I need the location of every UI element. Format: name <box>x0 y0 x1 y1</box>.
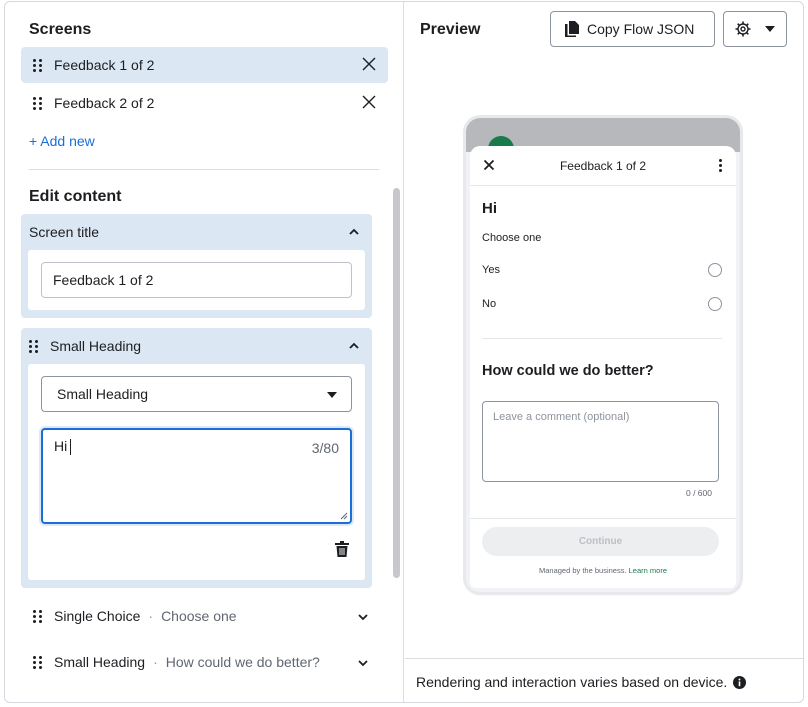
char-counter: 3/80 <box>311 440 339 456</box>
preview-footer: Rendering and interaction varies based o… <box>405 658 803 702</box>
heading-type-select[interactable]: Small Heading <box>41 376 352 412</box>
screen-item-label: Feedback 2 of 2 <box>54 95 155 111</box>
radio-no[interactable] <box>708 297 722 311</box>
screen-title-input[interactable]: Feedback 1 of 2 <box>41 262 352 298</box>
learn-more-link[interactable]: Learn more <box>629 566 667 575</box>
managed-by-business-note: Managed by the business. Learn more <box>470 566 736 575</box>
separator-dot: · <box>148 608 154 624</box>
divider <box>482 338 722 339</box>
divider <box>29 169 379 170</box>
preview-heading: Hi <box>482 200 497 217</box>
screens-title: Screens <box>29 21 92 38</box>
comment-counter: 0 / 600 <box>686 488 712 498</box>
phone-preview: Feedback 1 of 2 Hi Choose one Yes No How… <box>466 118 740 592</box>
preview-choice-label: Choose one <box>482 232 542 244</box>
drag-handle-icon[interactable] <box>33 609 42 623</box>
flow-sheet-title: Feedback 1 of 2 <box>559 158 647 173</box>
footer-note: Rendering and interaction varies based o… <box>416 674 747 690</box>
scrollbar[interactable] <box>393 188 400 578</box>
flow-builder: Screens Feedback 1 of 2 Feedback 2 of 2 … <box>4 1 804 703</box>
screen-item-label: Feedback 1 of 2 <box>54 57 155 73</box>
drag-handle-icon[interactable] <box>29 339 38 353</box>
chevron-up-icon[interactable] <box>348 340 360 352</box>
screen-title-card-header[interactable]: Screen title <box>21 214 372 250</box>
drag-handle-icon[interactable] <box>33 655 42 669</box>
right-panel: Preview Copy Flow JSON Feedback 1 of 2 H… <box>405 2 803 702</box>
single-choice-row[interactable]: Single Choice · Choose one <box>33 604 373 628</box>
preview-heading-2: How could we do better? <box>482 363 654 379</box>
heading-text-area[interactable]: Hi 3/80 <box>41 428 352 524</box>
radio-yes[interactable] <box>708 263 722 277</box>
trash-icon[interactable] <box>335 541 349 557</box>
resize-grip-icon[interactable] <box>340 512 348 520</box>
edit-content-title: Edit content <box>29 188 122 205</box>
component-label: Single Choice <box>54 608 141 624</box>
caret-down-icon <box>765 26 775 32</box>
small-heading-row[interactable]: Small Heading · How could we do better? <box>33 650 373 674</box>
select-value: Small Heading <box>57 386 149 402</box>
continue-button[interactable]: Continue <box>482 527 719 556</box>
close-icon[interactable] <box>362 95 376 109</box>
chevron-up-icon[interactable] <box>348 226 360 238</box>
close-icon[interactable] <box>362 57 376 71</box>
drag-handle-icon[interactable] <box>33 96 42 110</box>
small-heading-card-body: Small Heading Hi 3/80 <box>28 364 365 580</box>
screen-item-1[interactable]: Feedback 1 of 2 <box>21 47 388 83</box>
managed-text: Managed by the business. <box>538 566 627 575</box>
flow-sheet-header: Feedback 1 of 2 <box>470 146 736 186</box>
copy-icon <box>565 21 579 37</box>
left-panel: Screens Feedback 1 of 2 Feedback 2 of 2 … <box>5 2 404 702</box>
comment-textarea[interactable]: Leave a comment (optional) <box>482 401 719 482</box>
component-sub: Choose one <box>161 608 237 624</box>
textarea-value: Hi <box>54 438 68 454</box>
card-header-label: Screen title <box>29 224 100 240</box>
small-heading-card-header[interactable]: Small Heading <box>21 328 372 364</box>
gear-icon <box>735 21 751 37</box>
screen-item-2[interactable]: Feedback 2 of 2 <box>21 85 388 121</box>
preview-title: Preview <box>420 21 481 38</box>
component-sub: How could we do better? <box>165 654 320 670</box>
preview-option-yes[interactable]: Yes <box>482 264 500 276</box>
screen-title-card: Screen title Feedback 1 of 2 <box>21 214 372 318</box>
flow-sheet: Feedback 1 of 2 Hi Choose one Yes No How… <box>470 146 736 588</box>
screen-title-card-body: Feedback 1 of 2 <box>28 250 365 310</box>
caret-down-icon <box>327 392 337 398</box>
footer-text: Rendering and interaction varies based o… <box>416 674 728 690</box>
drag-handle-icon[interactable] <box>33 58 42 72</box>
chevron-down-icon[interactable] <box>357 611 369 623</box>
component-label: Small Heading <box>54 654 146 670</box>
info-icon[interactable] <box>733 675 747 689</box>
text-cursor <box>70 439 72 456</box>
preview-option-no[interactable]: No <box>482 298 496 310</box>
settings-dropdown-button[interactable] <box>723 11 787 47</box>
divider <box>470 518 736 519</box>
small-heading-card: Small Heading Small Heading Hi 3/80 <box>21 328 372 588</box>
copy-button-label: Copy Flow JSON <box>587 21 695 37</box>
close-icon[interactable] <box>483 159 495 171</box>
card-header-label: Small Heading <box>50 338 142 354</box>
chevron-down-icon[interactable] <box>357 657 369 669</box>
more-options-icon[interactable] <box>719 159 722 172</box>
separator-dot: · <box>153 654 158 670</box>
copy-flow-json-button[interactable]: Copy Flow JSON <box>550 11 715 47</box>
add-new-screen-link[interactable]: + Add new <box>29 133 95 149</box>
